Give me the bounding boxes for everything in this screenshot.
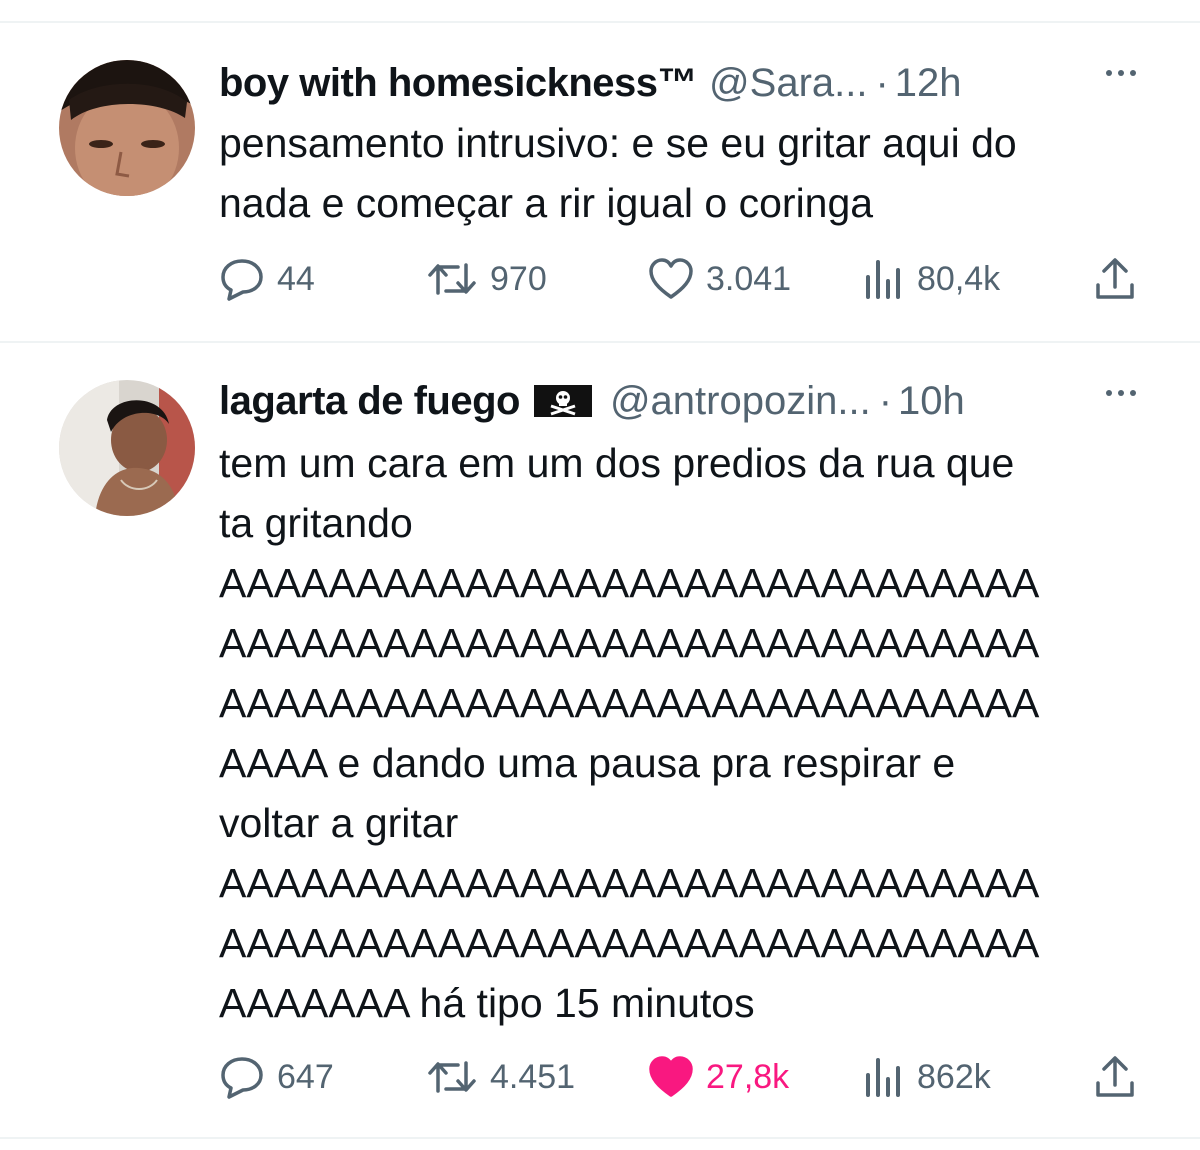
- views-icon: [866, 260, 900, 299]
- like-count: 3.041: [706, 259, 792, 298]
- action-bar: 44 970 3.041 80,4k: [219, 257, 1139, 301]
- views-button[interactable]: 862k: [863, 1055, 991, 1099]
- tweet-text-line: AAAA e dando uma pausa pra respirar e: [219, 740, 956, 786]
- retweet-icon: [428, 1061, 476, 1093]
- tweet-text-line: pensamento intrusivo: e se eu gritar aqu…: [219, 120, 1017, 166]
- top-divider: [0, 21, 1200, 23]
- views-button[interactable]: 80,4k: [863, 257, 1000, 301]
- like-count: 27,8k: [706, 1057, 790, 1096]
- tweet-header: boy with homesickness™ @Sara... · 12h: [219, 58, 962, 108]
- share-icon: [1096, 1056, 1134, 1097]
- more-icon[interactable]: [1106, 390, 1136, 396]
- like-button[interactable]: 27,8k: [648, 1055, 789, 1099]
- views-count: 80,4k: [917, 259, 1001, 298]
- like-icon: [649, 1056, 693, 1097]
- views-icon: [866, 1058, 900, 1097]
- tweet-text: tem um cara em um dos predios da rua que…: [219, 433, 1139, 1033]
- separator-dot: ·: [875, 60, 889, 105]
- action-bar: 647 4.451 27,8k 862k: [219, 1055, 1139, 1099]
- retweet-button[interactable]: 4.451: [426, 1055, 575, 1099]
- tweet-text-line: AAAAAAAAAAAAAAAAAAAAAAAAAAAAAA: [219, 920, 1040, 966]
- timestamp[interactable]: 10h: [898, 379, 965, 424]
- share-icon: [1096, 258, 1134, 299]
- tweet-text-line: ta gritando: [219, 500, 413, 546]
- reply-count: 44: [277, 259, 315, 298]
- tweet-text-line: AAAAAAAAAAAAAAAAAAAAAAAAAAAAAA: [219, 560, 1040, 606]
- retweet-button[interactable]: 970: [426, 257, 547, 301]
- tweet-text-line: AAAAAAAAAAAAAAAAAAAAAAAAAAAAAA: [219, 620, 1040, 666]
- tweet-text: pensamento intrusivo: e se eu gritar aqu…: [219, 113, 1139, 233]
- tweet-text-line: nada e começar a rir igual o coringa: [219, 180, 874, 226]
- reply-button[interactable]: 647: [219, 1055, 334, 1099]
- tweet-text-line: AAAAAAAAAAAAAAAAAAAAAAAAAAAAAA: [219, 860, 1040, 906]
- timestamp[interactable]: 12h: [895, 61, 962, 106]
- reply-count: 647: [277, 1057, 334, 1096]
- more-icon[interactable]: [1106, 70, 1136, 76]
- views-count: 862k: [917, 1057, 991, 1096]
- tweet-divider: [0, 341, 1200, 343]
- share-button[interactable]: [1094, 257, 1136, 301]
- author-handle[interactable]: @antropozin...: [610, 379, 871, 424]
- reply-icon: [221, 259, 263, 301]
- tweet-text-line: AAAAAAA há tipo 15 minutos: [219, 980, 755, 1026]
- reply-icon: [221, 1057, 263, 1099]
- author-handle[interactable]: @Sara...: [709, 61, 867, 106]
- retweet-icon: [428, 263, 476, 295]
- tweet-text-line: AAAAAAAAAAAAAAAAAAAAAAAAAAAAAA: [219, 680, 1040, 726]
- author-name[interactable]: boy with homesickness™: [219, 61, 698, 106]
- retweet-count: 970: [490, 259, 547, 298]
- tweet-text-line: voltar a gritar: [219, 800, 459, 846]
- tweet-text-line: tem um cara em um dos predios da rua que: [219, 440, 1015, 486]
- reply-button[interactable]: 44: [219, 257, 315, 301]
- like-button[interactable]: 3.041: [648, 257, 791, 301]
- pirate-flag-icon: [533, 382, 592, 420]
- retweet-count: 4.451: [490, 1057, 576, 1096]
- author-name[interactable]: lagarta de fuego: [219, 379, 520, 424]
- avatar[interactable]: [59, 380, 195, 516]
- share-button[interactable]: [1094, 1055, 1136, 1099]
- avatar[interactable]: [59, 60, 195, 196]
- bottom-divider: [0, 1137, 1200, 1139]
- separator-dot: ·: [878, 378, 893, 423]
- like-icon: [649, 258, 693, 299]
- tweet-header: lagarta de fuego @antropozin... · 10h: [219, 376, 965, 426]
